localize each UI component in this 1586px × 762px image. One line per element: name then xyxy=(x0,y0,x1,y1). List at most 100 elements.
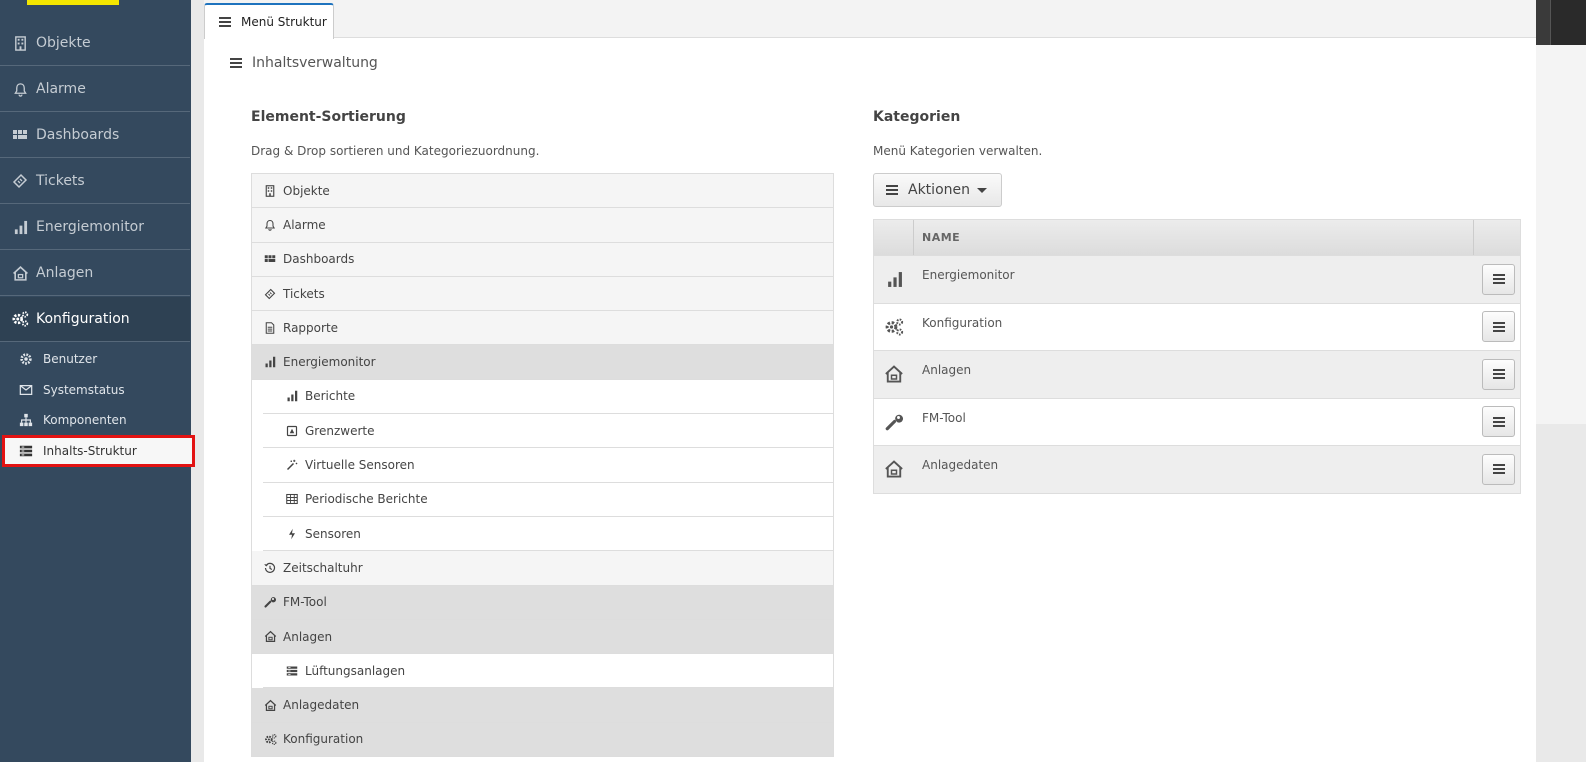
list-item[interactable]: Periodische Berichte xyxy=(263,482,833,517)
building-icon xyxy=(10,33,30,53)
row-menu-button[interactable] xyxy=(1482,406,1515,438)
gear-icon xyxy=(18,351,34,367)
sidebar-item-label: Anlagen xyxy=(36,265,94,281)
hamburger-icon xyxy=(1492,369,1505,380)
list-item-label: Objekte xyxy=(283,183,330,198)
sidebar-subitem-komponenten[interactable]: Komponenten xyxy=(8,407,190,433)
sidebar-item-label: Dashboards xyxy=(36,127,120,143)
header-actions-column xyxy=(1474,220,1520,255)
sortable-list: Objekte Alarme Dashboards Tickets Rappor… xyxy=(251,173,834,758)
list-item-label: Zeitschaltuhr xyxy=(283,560,363,575)
hamburger-icon xyxy=(1492,416,1505,427)
list-item-label: Tickets xyxy=(283,286,325,301)
list-item[interactable]: FM-Tool xyxy=(252,585,833,620)
sidebar-item-energiemonitor[interactable]: Energiemonitor xyxy=(0,205,190,250)
list-item[interactable]: Dashboards xyxy=(252,242,833,277)
list-item[interactable]: Lüftungsanlagen xyxy=(263,654,833,689)
sidebar-item-dashboards[interactable]: Dashboards xyxy=(0,113,190,158)
magic-icon xyxy=(285,458,299,472)
sidebar-subitem-inhalts-struktur[interactable]: Inhalts-Struktur xyxy=(2,435,195,467)
ticket-icon xyxy=(10,171,30,191)
house-icon xyxy=(263,698,277,712)
caret-down-icon xyxy=(977,187,987,193)
sidebar-subitem-systemstatus[interactable]: Systemstatus xyxy=(8,377,190,403)
list-item-label: Sensoren xyxy=(305,526,361,541)
hamburger-icon xyxy=(230,58,242,68)
house-icon xyxy=(874,364,914,384)
list-item[interactable]: Grenzwerte xyxy=(263,414,833,449)
wrench-icon xyxy=(263,595,277,609)
sidebar-item-tickets[interactable]: Tickets xyxy=(0,159,190,204)
list-item[interactable]: Zeitschaltuhr xyxy=(252,551,833,586)
document-icon xyxy=(263,321,277,335)
gears-icon xyxy=(263,732,277,746)
background-header-button xyxy=(1550,0,1586,45)
header-name-column[interactable]: NAME xyxy=(914,220,1474,255)
background-page-strip xyxy=(1536,0,1586,424)
hamburger-icon xyxy=(219,17,231,27)
hamburger-icon xyxy=(1492,464,1505,475)
row-menu-button[interactable] xyxy=(1482,263,1515,295)
bar-chart-icon xyxy=(263,355,277,369)
list-item-label: Berichte xyxy=(305,389,356,404)
list-item[interactable]: Berichte xyxy=(263,379,833,415)
status-icon xyxy=(18,382,34,398)
list-item[interactable]: Alarme xyxy=(252,208,833,243)
sorting-title: Element-Sortierung xyxy=(251,109,406,125)
sidebar: Objekte Alarme Dashboards Tickets Energi… xyxy=(0,0,195,762)
ticket-icon xyxy=(263,287,277,301)
table-row[interactable]: FM-Tool xyxy=(874,397,1520,445)
table-row[interactable]: Konfiguration xyxy=(874,302,1520,350)
clock-icon xyxy=(263,561,277,575)
row-menu-button[interactable] xyxy=(1482,453,1515,485)
sorting-subtitle: Drag & Drop sortieren und Kategoriezuord… xyxy=(251,144,540,158)
tab-menu-struktur[interactable]: Menü Struktur xyxy=(204,3,334,39)
list-item[interactable]: Sensoren xyxy=(263,516,833,552)
table-row[interactable]: Anlagedaten xyxy=(874,445,1520,493)
header-icon-column xyxy=(874,220,914,255)
sidebar-subitem-label: Komponenten xyxy=(43,413,127,427)
dashboard-icon xyxy=(263,252,277,266)
menu-structure-dialog: Menü Struktur Inhaltsverwaltung Element-… xyxy=(204,0,1536,762)
table-header: NAME xyxy=(874,220,1520,255)
list-item[interactable]: Anlagedaten xyxy=(252,688,833,723)
sitemap-icon xyxy=(18,412,34,428)
list-item[interactable]: Konfiguration xyxy=(252,722,833,758)
list-item-label: Lüftungsanlagen xyxy=(305,663,406,678)
tab-bar: Menü Struktur xyxy=(204,0,1536,39)
sidebar-item-konfiguration[interactable]: Konfiguration xyxy=(0,297,190,342)
sidebar-subitem-label: Inhalts-Struktur xyxy=(43,444,137,458)
sidebar-item-alarme[interactable]: Alarme xyxy=(0,67,190,112)
list-item[interactable]: Anlagen xyxy=(252,619,833,655)
sidebar-item-label: Konfiguration xyxy=(36,311,130,327)
table-row[interactable]: Anlagen xyxy=(874,350,1520,398)
tab-label: Menü Struktur xyxy=(241,15,327,29)
hamburger-icon xyxy=(886,185,898,195)
actions-dropdown-button[interactable]: Aktionen xyxy=(873,173,1002,207)
bell-icon xyxy=(10,79,30,99)
breadcrumb-label: Inhaltsverwaltung xyxy=(252,55,378,71)
gears-icon xyxy=(874,317,914,337)
list-item[interactable]: Tickets xyxy=(252,276,833,312)
list-item[interactable]: Objekte xyxy=(252,174,833,209)
sidebar-subitem-benutzer[interactable]: Benutzer xyxy=(8,346,190,372)
categories-table: NAME Energiemonitor Konfiguration Anlage… xyxy=(873,219,1521,494)
list-item-label: Konfiguration xyxy=(283,732,364,747)
list-item-label: Anlagen xyxy=(283,629,333,644)
list-item[interactable]: Energiemonitor xyxy=(252,345,833,380)
table-row[interactable]: Energiemonitor xyxy=(874,255,1520,303)
category-name: Konfiguration xyxy=(922,315,1003,330)
list-item[interactable]: Rapporte xyxy=(252,311,833,346)
row-menu-button[interactable] xyxy=(1482,311,1515,343)
row-menu-button[interactable] xyxy=(1482,358,1515,390)
sidebar-item-label: Tickets xyxy=(36,173,85,189)
sidebar-item-anlagen[interactable]: Anlagen xyxy=(0,251,190,296)
table-icon xyxy=(285,492,299,506)
logo xyxy=(27,0,119,5)
list-item-label: Rapporte xyxy=(283,320,339,335)
list-item[interactable]: Virtuelle Sensoren xyxy=(263,448,833,483)
bar-chart-icon xyxy=(10,217,30,237)
sidebar-item-objekte[interactable]: Objekte xyxy=(0,21,190,66)
house-icon xyxy=(263,630,277,644)
list-item-label: Virtuelle Sensoren xyxy=(305,458,415,473)
